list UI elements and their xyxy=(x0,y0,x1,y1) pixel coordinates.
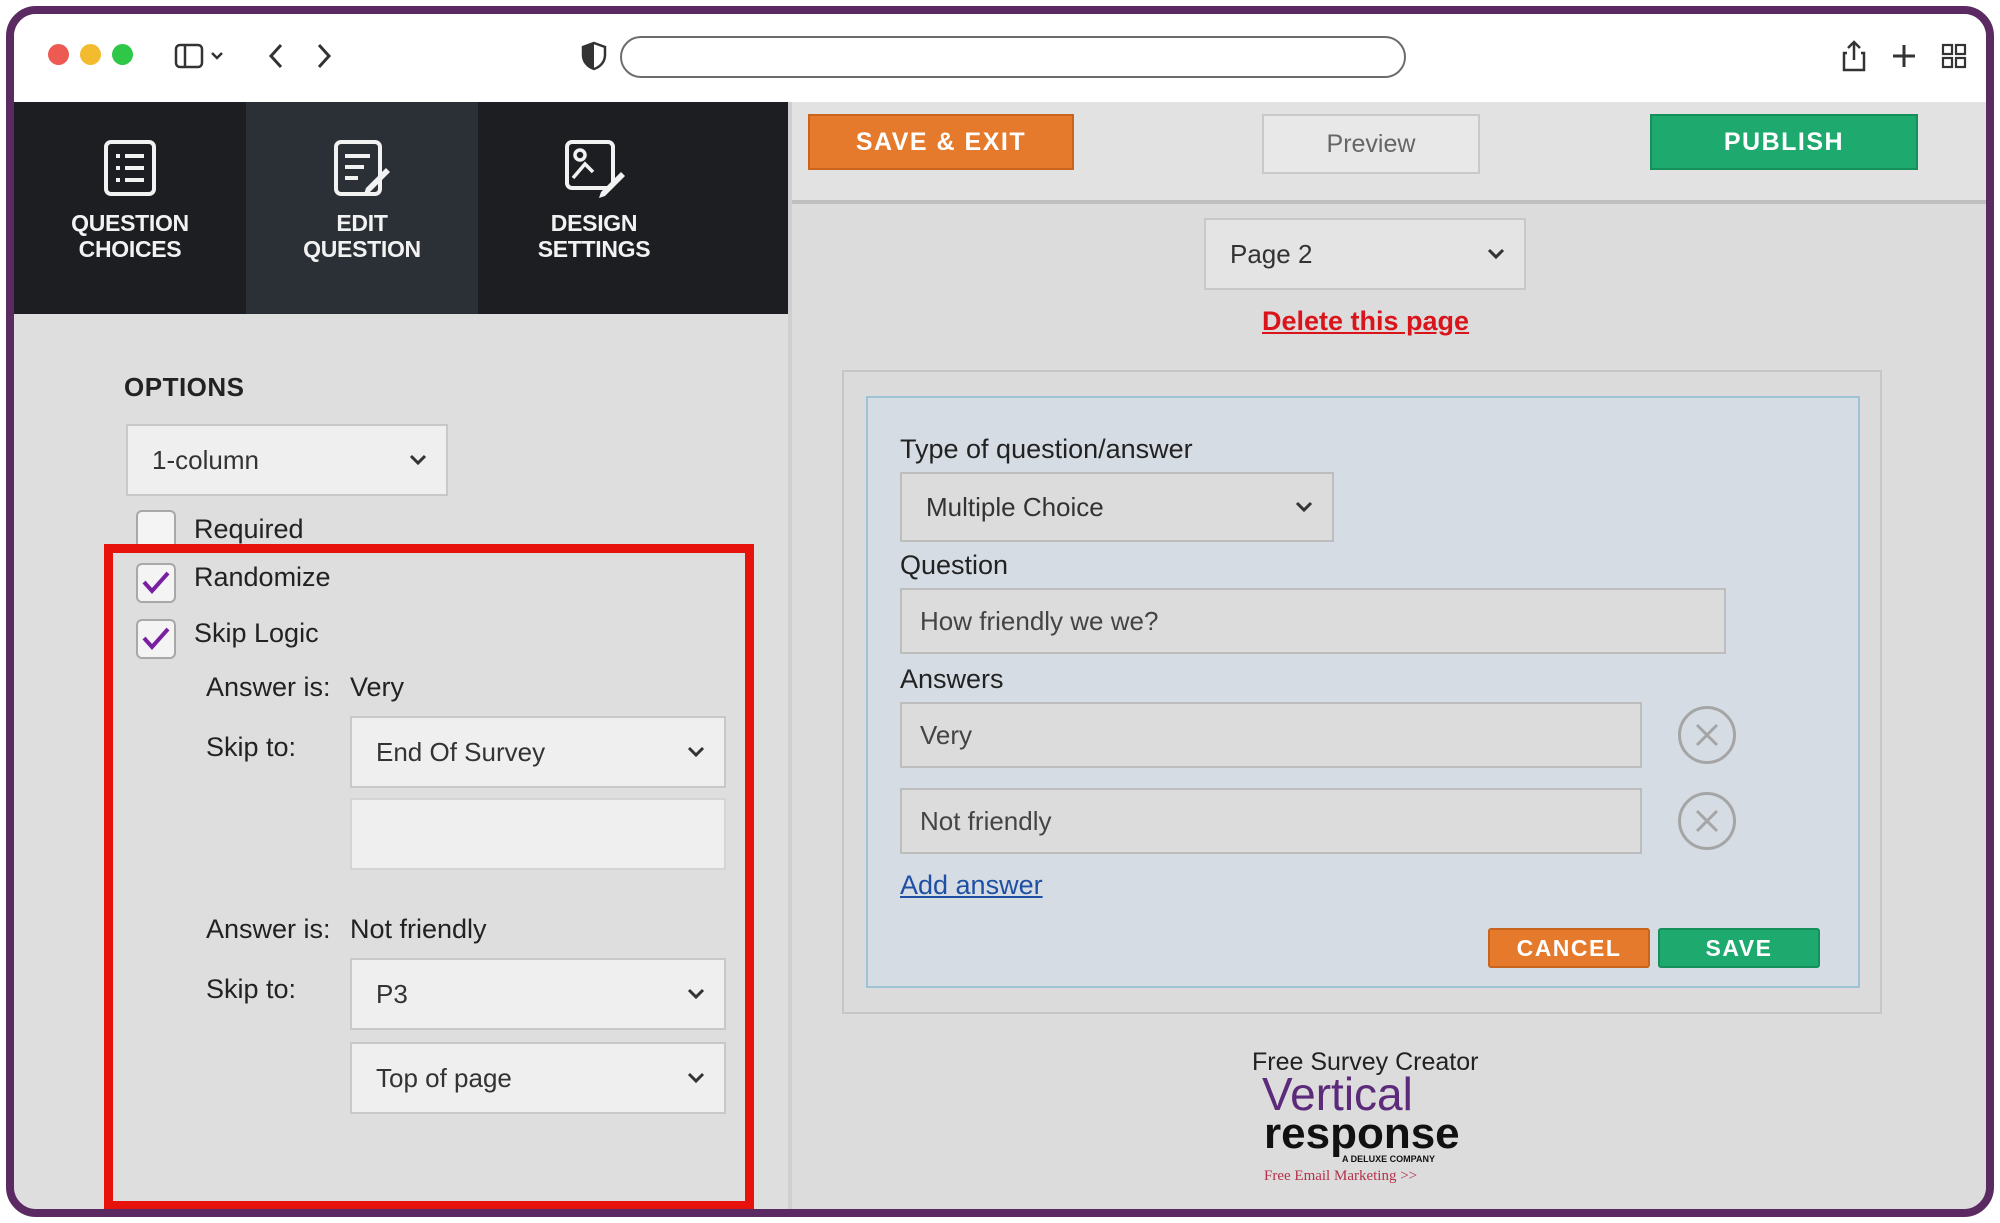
shield-icon xyxy=(581,41,607,71)
chevron-right-icon xyxy=(317,43,332,69)
page-select-value: Page 2 xyxy=(1230,238,1313,269)
verticalresponse-logo[interactable]: Vertical response A DELUXE COMPANY Free … xyxy=(1252,1064,1492,1184)
minimize-window-button[interactable] xyxy=(80,44,101,65)
question-label: Question xyxy=(900,550,1009,580)
tab-label-line: DESIGN xyxy=(550,210,638,236)
tab-label-line: EDIT xyxy=(336,210,388,236)
tab-label: QUESTION CHOICES xyxy=(71,210,189,262)
editor-toolbar: SAVE & EXIT Preview PUBLISH xyxy=(792,102,1986,204)
design-icon xyxy=(565,140,625,198)
tab-label-line: SETTINGS xyxy=(537,236,651,262)
question-input[interactable]: How friendly we we? xyxy=(900,588,1726,654)
options-panel: OPTIONS 1-column Required Randomize Skip… xyxy=(14,314,788,1209)
browser-toolbar xyxy=(14,14,1986,102)
columns-select-value: 1-column xyxy=(152,444,259,475)
cancel-button[interactable]: CANCEL xyxy=(1488,928,1650,968)
tab-overview-button[interactable] xyxy=(1936,34,1972,78)
tab-edit-question[interactable]: EDIT QUESTION xyxy=(246,102,478,314)
delete-page-link[interactable]: Delete this page xyxy=(1262,306,1469,337)
sidebar-toggle-button[interactable] xyxy=(170,34,230,78)
question-type-value: Multiple Choice xyxy=(926,491,1104,522)
logo-line2: response xyxy=(1264,1109,1460,1158)
zoom-window-button[interactable] xyxy=(112,44,133,65)
columns-select[interactable]: 1-column xyxy=(126,424,448,496)
answer-input[interactable]: Very xyxy=(900,702,1642,768)
question-card: Type of question/answer Multiple Choice … xyxy=(842,370,1882,1014)
save-button[interactable]: SAVE xyxy=(1658,928,1820,968)
answer-input[interactable]: Not friendly xyxy=(900,788,1642,854)
new-tab-button[interactable] xyxy=(1886,34,1922,78)
close-window-button[interactable] xyxy=(48,44,69,65)
forward-button[interactable] xyxy=(306,34,342,78)
required-label: Required xyxy=(194,514,304,544)
chevron-down-icon xyxy=(409,454,427,466)
plus-icon xyxy=(1893,45,1915,67)
tab-label: EDIT QUESTION xyxy=(303,210,421,262)
logo-sub: Free Email Marketing >> xyxy=(1264,1168,1417,1184)
chevron-down-icon xyxy=(1295,501,1313,513)
answers-label: Answers xyxy=(900,664,1004,694)
close-icon xyxy=(1695,723,1719,747)
publish-button[interactable]: PUBLISH xyxy=(1650,114,1918,170)
tab-question-choices[interactable]: QUESTION CHOICES xyxy=(14,102,246,314)
share-button[interactable] xyxy=(1836,34,1872,78)
privacy-shield-button[interactable] xyxy=(576,34,612,78)
add-answer-link[interactable]: Add answer xyxy=(900,870,1043,901)
sidebar-icon xyxy=(174,43,223,69)
tab-label-line: CHOICES xyxy=(78,236,182,262)
editor-nav: QUESTION CHOICES EDIT QUESTION DESIGN SE… xyxy=(14,102,788,314)
logo-tagline: A DELUXE COMPANY xyxy=(1342,1154,1435,1164)
edit-icon xyxy=(334,140,390,196)
back-button[interactable] xyxy=(258,34,294,78)
remove-answer-button[interactable] xyxy=(1678,706,1736,764)
chevron-left-icon xyxy=(268,43,283,69)
options-title: OPTIONS xyxy=(124,372,245,402)
type-label: Type of question/answer xyxy=(900,434,1193,464)
app-frame: QUESTION CHOICES EDIT QUESTION DESIGN SE… xyxy=(6,6,1994,1217)
question-editor: Type of question/answer Multiple Choice … xyxy=(866,396,1860,988)
brand-logo-icon: Vertical response A DELUXE COMPANY Free … xyxy=(1262,1068,1460,1184)
question-type-select[interactable]: Multiple Choice xyxy=(900,472,1334,542)
remove-answer-button[interactable] xyxy=(1678,792,1736,850)
tab-label: DESIGN SETTINGS xyxy=(538,210,651,262)
page-select[interactable]: Page 2 xyxy=(1204,218,1526,290)
close-icon xyxy=(1695,809,1719,833)
share-icon xyxy=(1842,40,1866,72)
editor-main: SAVE & EXIT Preview PUBLISH Page 2 Delet… xyxy=(788,102,1986,1209)
tab-label-line: QUESTION xyxy=(303,236,421,262)
chevron-down-icon xyxy=(1487,248,1505,260)
grid-icon xyxy=(1941,43,1967,69)
highlight-box xyxy=(104,544,754,1209)
save-exit-button[interactable]: SAVE & EXIT xyxy=(808,114,1074,170)
tab-design-settings[interactable]: DESIGN SETTINGS xyxy=(478,102,710,314)
address-bar[interactable] xyxy=(620,36,1406,78)
list-icon xyxy=(104,140,156,196)
tab-label-line: QUESTION xyxy=(71,210,189,236)
preview-button[interactable]: Preview xyxy=(1262,114,1480,174)
